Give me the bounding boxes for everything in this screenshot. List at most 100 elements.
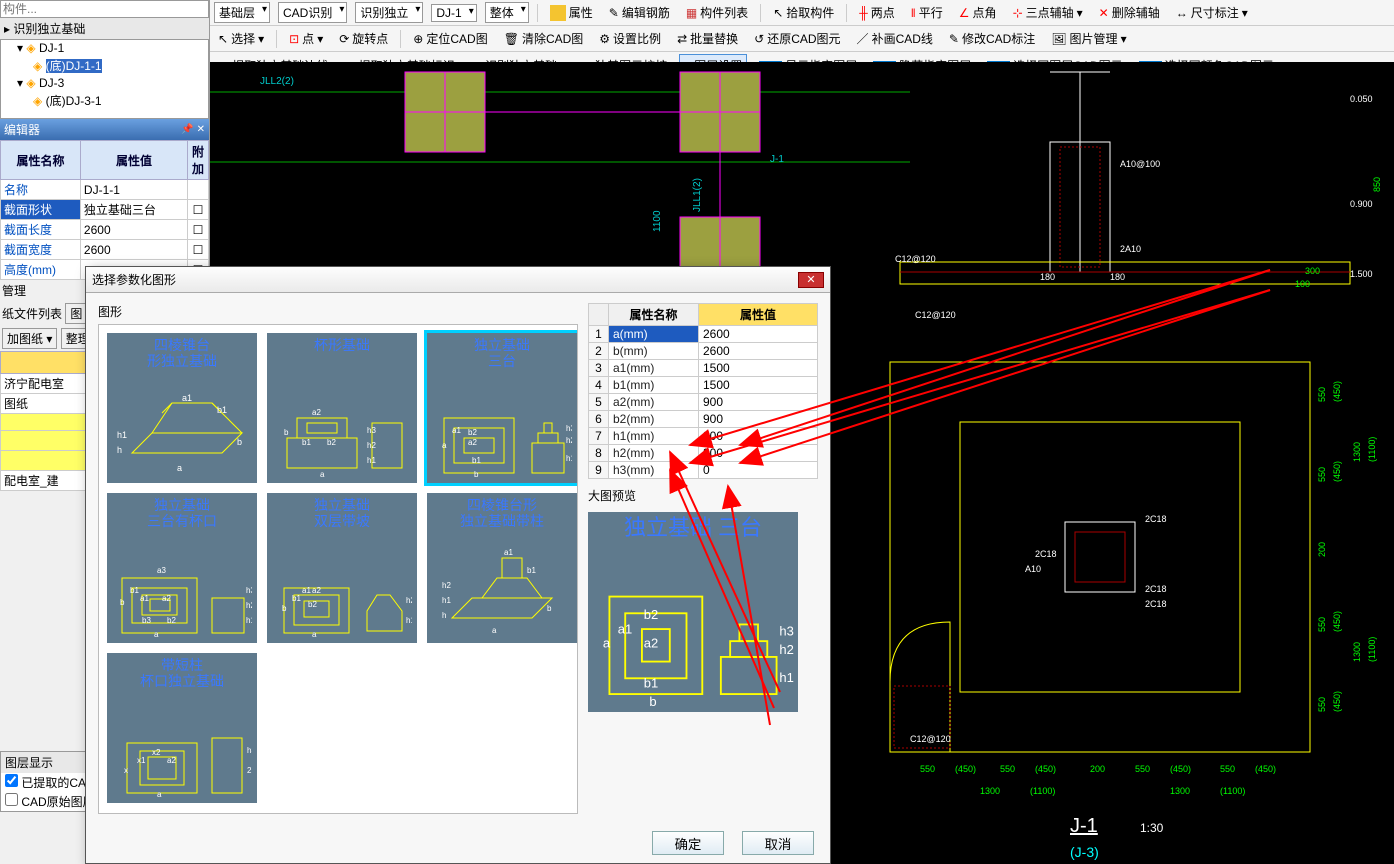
parallel-button[interactable]: ‖ 平行 (907, 2, 947, 23)
shape-three-step-cup[interactable]: 独立基础 三台有杯口 bb1a3a1a2b3b2ah3h2h1 (107, 493, 257, 643)
param-val[interactable]: 900 (699, 394, 818, 411)
svg-text:550: 550 (1000, 764, 1015, 774)
shape-pyramid[interactable]: 四棱锥台 形独立基础 abh1ha1b1 (107, 333, 257, 483)
pin-icon[interactable]: 📌 ✕ (181, 124, 205, 135)
dd-recindep[interactable]: 识别独立 (355, 2, 423, 23)
editor-title: 编辑器 (4, 121, 40, 138)
svg-text:a: a (492, 626, 497, 635)
attr-button[interactable]: 属性 (546, 2, 597, 23)
shape-pyramid-col[interactable]: 四棱锥台形 独立基础带柱 aba1b1h2h1h (427, 493, 577, 643)
param-row[interactable]: 8 h2(mm) 300 (589, 445, 818, 462)
svg-text:b: b (649, 694, 656, 708)
preview-pane: 独立基础 三台 a a1 a2 b2 b (588, 512, 798, 712)
shape-three-step[interactable]: 独立基础 三台 aa1a2b1b2bh3h2h1 (427, 333, 577, 483)
rotate-point-button[interactable]: ⟳ 旋转点 (335, 28, 392, 49)
shape-short-col-cup[interactable]: 带短柱 杯口独立基础 axx1x2a2h32h1 (107, 653, 257, 803)
param-row[interactable]: 6 b2(mm) 900 (589, 411, 818, 428)
param-row[interactable]: 9 h3(mm) 0 (589, 462, 818, 479)
prop-wid-val[interactable]: 2600 (80, 240, 187, 260)
param-val[interactable]: 2600 (699, 343, 818, 360)
ok-button[interactable]: 确定 (652, 831, 724, 855)
tree-node-dj1-1[interactable]: ◈ (底)DJ-1-1 (1, 56, 208, 75)
pic-mgr-button[interactable]: 🖼 图片管理 ▾ (1047, 28, 1130, 49)
svg-text:b1: b1 (302, 438, 311, 447)
shape-cup[interactable]: 杯形基础 aba2b1b2h3h2h1 (267, 333, 417, 483)
svg-text:(1100): (1100) (1030, 786, 1055, 796)
dd-comp[interactable]: DJ-1 (431, 4, 476, 22)
svg-text:(450): (450) (1170, 764, 1191, 774)
svg-text:h3: h3 (566, 424, 572, 433)
mod-cad-button[interactable]: ✎ 修改CAD标注 (945, 28, 1039, 49)
param-row[interactable]: 5 a2(mm) 900 (589, 394, 818, 411)
close-icon[interactable]: ✕ (798, 272, 824, 288)
svg-text:b1: b1 (217, 405, 227, 415)
svg-text:a1: a1 (452, 426, 461, 435)
prop-name-val[interactable]: DJ-1-1 (80, 180, 187, 200)
svg-text:(1100): (1100) (1367, 437, 1377, 462)
restore-cad-button[interactable]: ↺ 还原CAD图元 (750, 28, 844, 49)
set-scale-button[interactable]: ⚙ 设置比例 (595, 28, 665, 49)
param-name: a1(mm) (609, 360, 699, 377)
del-aux-button[interactable]: ✕ 删除辅轴 (1095, 2, 1164, 23)
param-val[interactable]: 1500 (699, 377, 818, 394)
tree-node-dj1[interactable]: ▾ ◈ DJ-1 (1, 40, 208, 56)
component-search-input[interactable] (0, 0, 209, 18)
svg-text:2C18: 2C18 (1035, 549, 1057, 559)
param-val[interactable]: 1500 (699, 360, 818, 377)
toolbar-row-2: ↖ 选择 ▾ ⊡ 点 ▾ ⟳ 旋转点 ⊕ 定位CAD图 🗑 清除CAD图 ⚙ 设… (210, 26, 1394, 52)
dd-whole[interactable]: 整体 (485, 2, 529, 23)
svg-text:(450): (450) (1255, 764, 1276, 774)
svg-text:a1: a1 (504, 548, 513, 557)
edit-rebar-button[interactable]: ✎ 编辑钢筋 (605, 2, 674, 23)
point-button[interactable]: ⊡ 点 ▾ (285, 28, 327, 49)
batch-replace-button[interactable]: ⇄ 批量替换 (673, 28, 742, 49)
select-button[interactable]: ↖ 选择 ▾ (214, 28, 268, 49)
svg-text:(450): (450) (1332, 691, 1342, 712)
svg-text:0.050: 0.050 (1350, 94, 1373, 104)
param-row[interactable]: 2 b(mm) 2600 (589, 343, 818, 360)
svg-text:b: b (282, 604, 287, 613)
svg-text:A10: A10 (1025, 564, 1041, 574)
param-row[interactable]: 3 a1(mm) 1500 (589, 360, 818, 377)
svg-text:1.500: 1.500 (1350, 269, 1373, 279)
cancel-button[interactable]: 取消 (742, 831, 814, 855)
param-val[interactable]: 300 (699, 445, 818, 462)
param-val[interactable]: 900 (699, 411, 818, 428)
dim-button[interactable]: ↔ 尺寸标注 ▾ (1172, 2, 1252, 23)
clear-cad-button[interactable]: 🗑 清除CAD图 (500, 28, 588, 49)
svg-text:550: 550 (1317, 387, 1327, 402)
svg-text:1300: 1300 (1352, 642, 1362, 662)
pick-component-button[interactable]: ↖ 拾取构件 (769, 2, 838, 23)
svg-text:a: a (312, 630, 317, 638)
dialog-titlebar[interactable]: 选择参数化图形 ✕ (86, 267, 830, 293)
tree-node-dj3-1[interactable]: ◈ (底)DJ-3-1 (1, 91, 208, 110)
twopt-button[interactable]: ╫ 两点 (855, 2, 899, 23)
prop-shape-val[interactable]: 独立基础三台 (80, 200, 187, 220)
svg-text:b1: b1 (644, 676, 658, 691)
component-list-button[interactable]: ▦ 构件列表 (682, 2, 752, 23)
param-idx: 7 (589, 428, 609, 445)
svg-text:2C18: 2C18 (1145, 584, 1167, 594)
dd-cadrec[interactable]: CAD识别 (278, 2, 347, 23)
param-row[interactable]: 7 h1(mm) 300 (589, 428, 818, 445)
param-idx: 4 (589, 377, 609, 394)
param-val[interactable]: 2600 (699, 326, 818, 343)
add-drawing-button[interactable]: 加图纸 ▾ (2, 328, 57, 349)
tree-node-dj3[interactable]: ▾ ◈ DJ-3 (1, 75, 208, 91)
shape-section-label: 图形 (98, 303, 578, 320)
fill-cad-button[interactable]: ／ 补画CAD线 (853, 28, 937, 49)
param-val[interactable]: 300 (699, 428, 818, 445)
svg-text:(1100): (1100) (1367, 637, 1377, 662)
locate-cad-button[interactable]: ⊕ 定位CAD图 (409, 28, 491, 49)
threept-button[interactable]: ⊹ 三点辅轴 ▾ (1009, 2, 1087, 23)
param-idx: 3 (589, 360, 609, 377)
shape-double-slope[interactable]: 独立基础 双层带坡 bb1b2a1a2ah2h1 (267, 493, 417, 643)
param-row[interactable]: 1 a(mm) 2600 (589, 326, 818, 343)
svg-text:(450): (450) (1332, 611, 1342, 632)
param-row[interactable]: 4 b1(mm) 1500 (589, 377, 818, 394)
tree-title: ▸ 识别独立基础 (0, 18, 209, 39)
prop-len-val[interactable]: 2600 (80, 220, 187, 240)
pt-angle-button[interactable]: ∠ 点角 (955, 2, 1001, 23)
param-val[interactable]: 0 (699, 462, 818, 479)
dd-layer[interactable]: 基础层 (214, 2, 270, 23)
